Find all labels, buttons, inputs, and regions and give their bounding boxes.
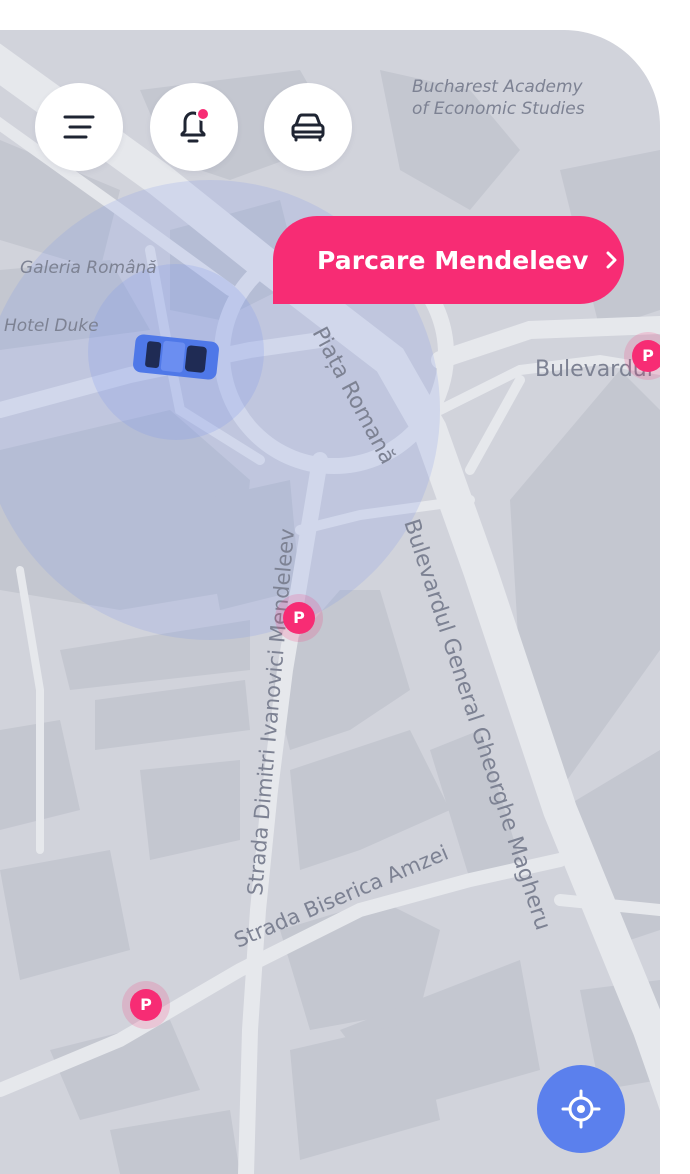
label-galeria: Galeria Română bbox=[20, 258, 157, 278]
parking-callout-label: Parcare Mendeleev bbox=[317, 245, 589, 275]
parking-marker[interactable]: P bbox=[122, 981, 170, 1029]
menu-button[interactable] bbox=[35, 83, 123, 171]
locate-icon bbox=[561, 1089, 601, 1129]
map-canvas[interactable]: Bucharest Academy of Economic Studies Ga… bbox=[0, 30, 660, 1174]
label-hotel: Hotel Duke bbox=[4, 316, 99, 336]
parking-marker-label: P bbox=[632, 340, 660, 372]
label-academy-line1: Bucharest Academy bbox=[412, 77, 584, 97]
locate-me-button[interactable] bbox=[537, 1065, 625, 1153]
map-screen[interactable]: Bucharest Academy of Economic Studies Ga… bbox=[0, 30, 660, 1174]
chevron-right-icon bbox=[606, 251, 616, 269]
parking-callout-button[interactable]: Parcare Mendeleev bbox=[273, 216, 624, 304]
vehicle-button[interactable] bbox=[264, 83, 352, 171]
parking-marker[interactable]: P bbox=[275, 594, 323, 642]
label-academy-line2: of Economic Studies bbox=[412, 99, 585, 119]
notification-dot bbox=[196, 107, 210, 121]
menu-icon bbox=[63, 115, 95, 139]
bell-icon bbox=[180, 107, 210, 143]
parking-marker-label: P bbox=[283, 602, 315, 634]
notifications-button[interactable] bbox=[150, 83, 238, 171]
car-icon bbox=[291, 113, 325, 142]
parking-marker-label: P bbox=[130, 989, 162, 1021]
